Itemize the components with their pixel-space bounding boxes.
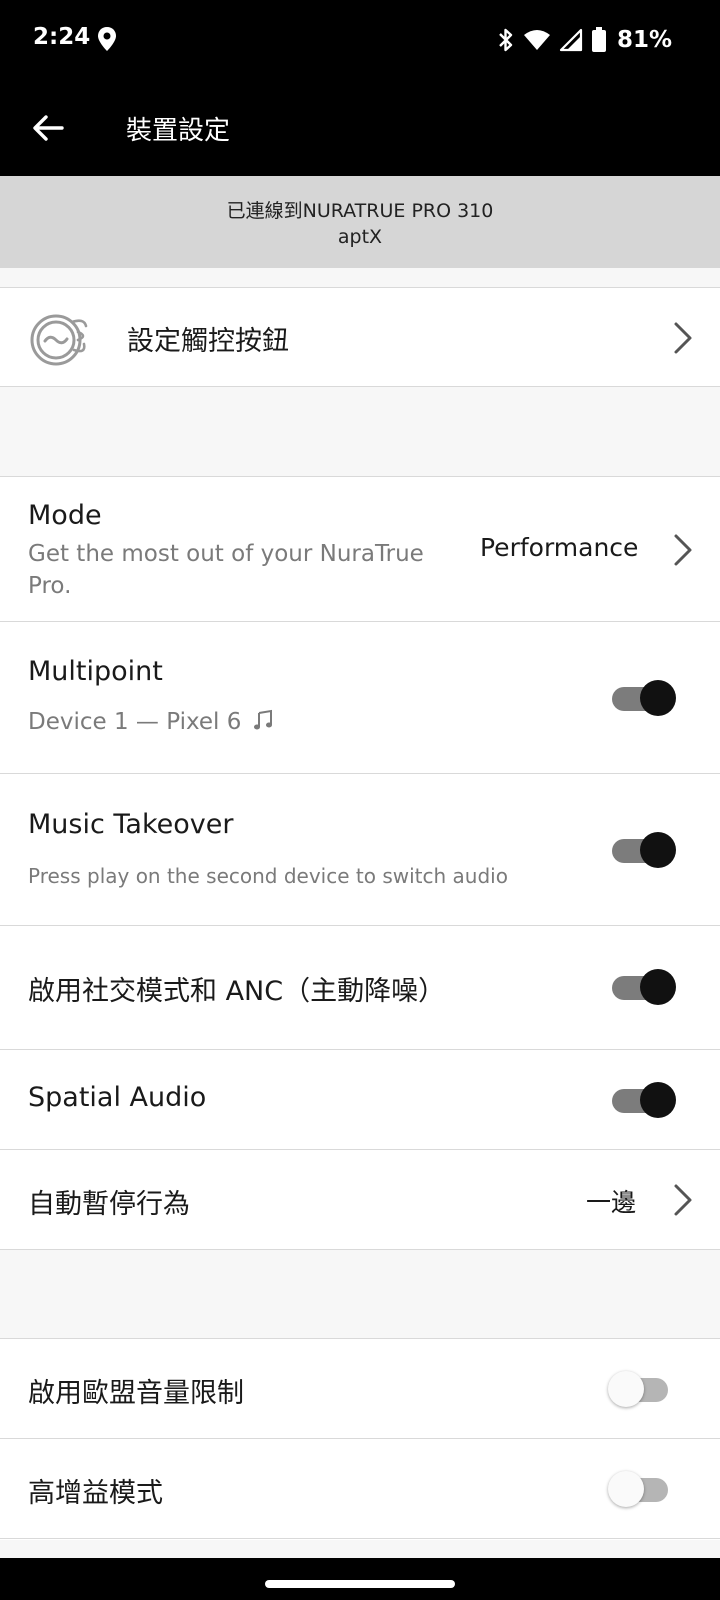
music-takeover-title: Music Takeover bbox=[28, 809, 234, 840]
battery-icon bbox=[591, 27, 606, 52]
chevron-right-icon bbox=[674, 322, 692, 354]
auto-pause-row[interactable]: 自動暫停行為 一邊 bbox=[0, 1150, 720, 1250]
multipoint-device: Device 1 — Pixel 6 bbox=[28, 709, 242, 735]
high-gain-toggle[interactable] bbox=[608, 1468, 676, 1510]
location-icon bbox=[98, 27, 116, 51]
chevron-right-icon bbox=[674, 534, 692, 566]
touch-buttons-label: 設定觸控按鈕 bbox=[127, 326, 289, 357]
navigation-bar bbox=[0, 1558, 720, 1600]
music-takeover-subtitle: Press play on the second device to switc… bbox=[28, 864, 508, 888]
eu-volume-limit-row: 啟用歐盟音量限制 bbox=[0, 1339, 720, 1439]
chevron-right-icon bbox=[674, 1184, 692, 1216]
social-anc-row: 啟用社交模式和 ANC（主動降噪） bbox=[0, 926, 720, 1050]
wifi-icon bbox=[523, 30, 550, 50]
app-bar: 裝置設定 bbox=[0, 80, 720, 176]
connection-banner: 已連線到NURATRUE PRO 310 aptX bbox=[0, 176, 720, 268]
mode-value: Performance bbox=[480, 533, 639, 562]
auto-pause-title: 自動暫停行為 bbox=[28, 1189, 190, 1220]
eu-volume-limit-toggle[interactable] bbox=[608, 1368, 676, 1410]
music-takeover-toggle[interactable] bbox=[612, 829, 676, 871]
status-time: 2:24 bbox=[33, 24, 91, 50]
multipoint-title: Multipoint bbox=[28, 656, 163, 687]
multipoint-toggle[interactable] bbox=[612, 677, 676, 719]
mode-title: Mode bbox=[28, 500, 102, 531]
mode-row[interactable]: Mode Get the most out of your NuraTrue P… bbox=[0, 477, 720, 622]
high-gain-title: 高增益模式 bbox=[28, 1478, 163, 1509]
spatial-audio-toggle[interactable] bbox=[612, 1079, 676, 1121]
page-title: 裝置設定 bbox=[126, 116, 231, 146]
mode-subtitle: Get the most out of your NuraTrue Pro. bbox=[28, 541, 424, 599]
social-anc-title: 啟用社交模式和 ANC（主動降噪） bbox=[28, 976, 446, 1007]
high-gain-row: 高增益模式 bbox=[0, 1439, 720, 1539]
status-bar: 2:24 81% bbox=[0, 0, 720, 80]
back-button[interactable] bbox=[20, 102, 76, 154]
social-anc-toggle[interactable] bbox=[612, 966, 676, 1008]
spatial-audio-title: Spatial Audio bbox=[28, 1082, 207, 1113]
status-icons: 81% bbox=[497, 22, 672, 58]
bluetooth-icon bbox=[499, 28, 513, 52]
arrow-left-icon bbox=[33, 115, 64, 141]
multipoint-subtitle: Device 1 — Pixel 6 bbox=[28, 709, 273, 735]
music-note-icon bbox=[253, 709, 272, 730]
earbud-icon bbox=[30, 314, 88, 366]
touch-buttons-row[interactable]: 設定觸控按鈕 bbox=[0, 287, 720, 387]
connection-codec: aptX bbox=[337, 226, 383, 248]
home-gesture-handle[interactable] bbox=[265, 1580, 455, 1588]
multipoint-row: Multipoint Device 1 — Pixel 6 bbox=[0, 622, 720, 774]
connection-device: 已連線到NURATRUE PRO 310 bbox=[226, 200, 494, 222]
signal-icon bbox=[559, 28, 583, 52]
spatial-audio-row: Spatial Audio bbox=[0, 1050, 720, 1150]
eu-volume-limit-title: 啟用歐盟音量限制 bbox=[28, 1378, 244, 1409]
battery-percent: 81% bbox=[616, 27, 672, 53]
music-takeover-row: Music Takeover Press play on the second … bbox=[0, 774, 720, 926]
auto-pause-value: 一邊 bbox=[586, 1188, 637, 1217]
